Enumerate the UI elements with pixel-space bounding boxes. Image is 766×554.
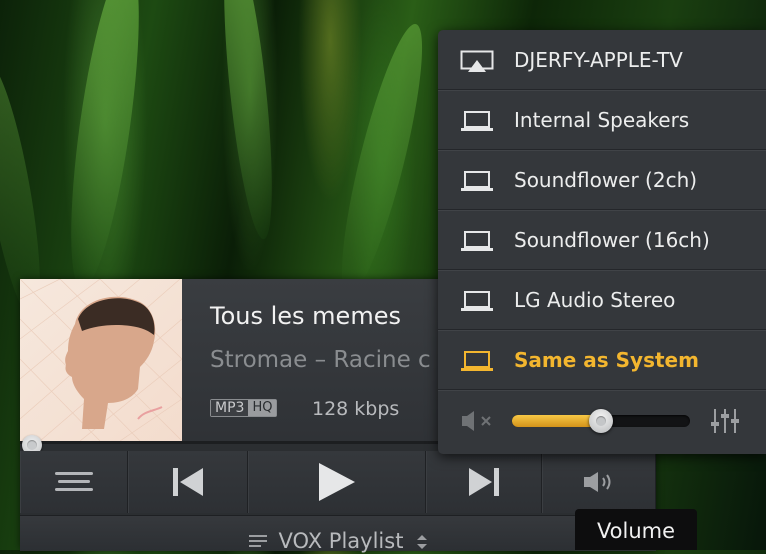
playlist-selector[interactable]: VOX Playlist	[20, 529, 656, 553]
format-badge: MP3 HQ	[210, 399, 278, 417]
volume-level-fill	[512, 415, 601, 427]
laptop-icon	[461, 231, 493, 251]
volume-handle[interactable]	[589, 409, 613, 433]
output-item-djerfy-apple-tv[interactable]: DJERFY-APPLE-TV	[438, 30, 766, 90]
mute-icon[interactable]	[460, 410, 498, 432]
laptop-icon	[461, 111, 493, 131]
artist-album: Stromae – Racine c	[210, 347, 431, 373]
output-item-label: Soundflower (2ch)	[514, 167, 698, 192]
output-item-label: Internal Speakers	[514, 107, 690, 132]
output-item-label: LG Audio Stereo	[514, 287, 676, 312]
background-leaf	[326, 18, 438, 302]
play-icon	[319, 463, 355, 501]
transport-controls	[20, 451, 656, 513]
output-item-label: Same as System	[514, 347, 699, 372]
album-art[interactable]	[20, 279, 182, 441]
playlist-label: VOX Playlist	[278, 529, 404, 553]
output-item-internal-speakers[interactable]: Internal Speakers	[438, 90, 766, 150]
next-icon	[468, 468, 499, 496]
laptop-icon	[461, 291, 493, 311]
menu-button[interactable]	[20, 451, 129, 513]
output-item-label: DJERFY-APPLE-TV	[514, 47, 683, 72]
output-item-same-as-system[interactable]: Same as System	[438, 330, 766, 390]
updown-chevron-icon	[417, 535, 428, 549]
airplay-icon	[460, 50, 494, 72]
output-item-label: Soundflower (16ch)	[514, 227, 710, 252]
bitrate-label: 128 kbps	[312, 398, 400, 420]
equalizer-icon[interactable]	[710, 406, 740, 436]
previous-icon	[173, 468, 204, 496]
play-button[interactable]	[248, 451, 426, 513]
next-button[interactable]	[425, 451, 542, 513]
volume-button[interactable]	[541, 451, 656, 513]
playlist-bar[interactable]: VOX Playlist	[20, 515, 656, 553]
output-item-lg-audio-stereo[interactable]: LG Audio Stereo	[438, 270, 766, 330]
speaker-icon	[583, 472, 611, 492]
output-item-soundflower-2ch[interactable]: Soundflower (2ch)	[438, 150, 766, 210]
volume-row	[438, 390, 766, 454]
output-item-soundflower-16ch[interactable]: Soundflower (16ch)	[438, 210, 766, 270]
list-icon	[248, 535, 267, 547]
audio-output-menu: DJERFY-APPLE-TV Internal Speakers Soundf…	[438, 30, 766, 454]
album-art-image	[20, 279, 182, 441]
track-title: Tous les memes	[210, 302, 401, 330]
format-label: MP3	[211, 400, 249, 416]
background-leaf	[57, 0, 153, 292]
laptop-icon	[461, 351, 493, 371]
quality-label: HQ	[248, 400, 277, 416]
volume-tooltip: Volume	[575, 509, 697, 550]
background-leaf	[214, 0, 282, 242]
laptop-icon	[461, 171, 493, 191]
menu-icon	[55, 472, 94, 491]
previous-button[interactable]	[128, 451, 249, 513]
